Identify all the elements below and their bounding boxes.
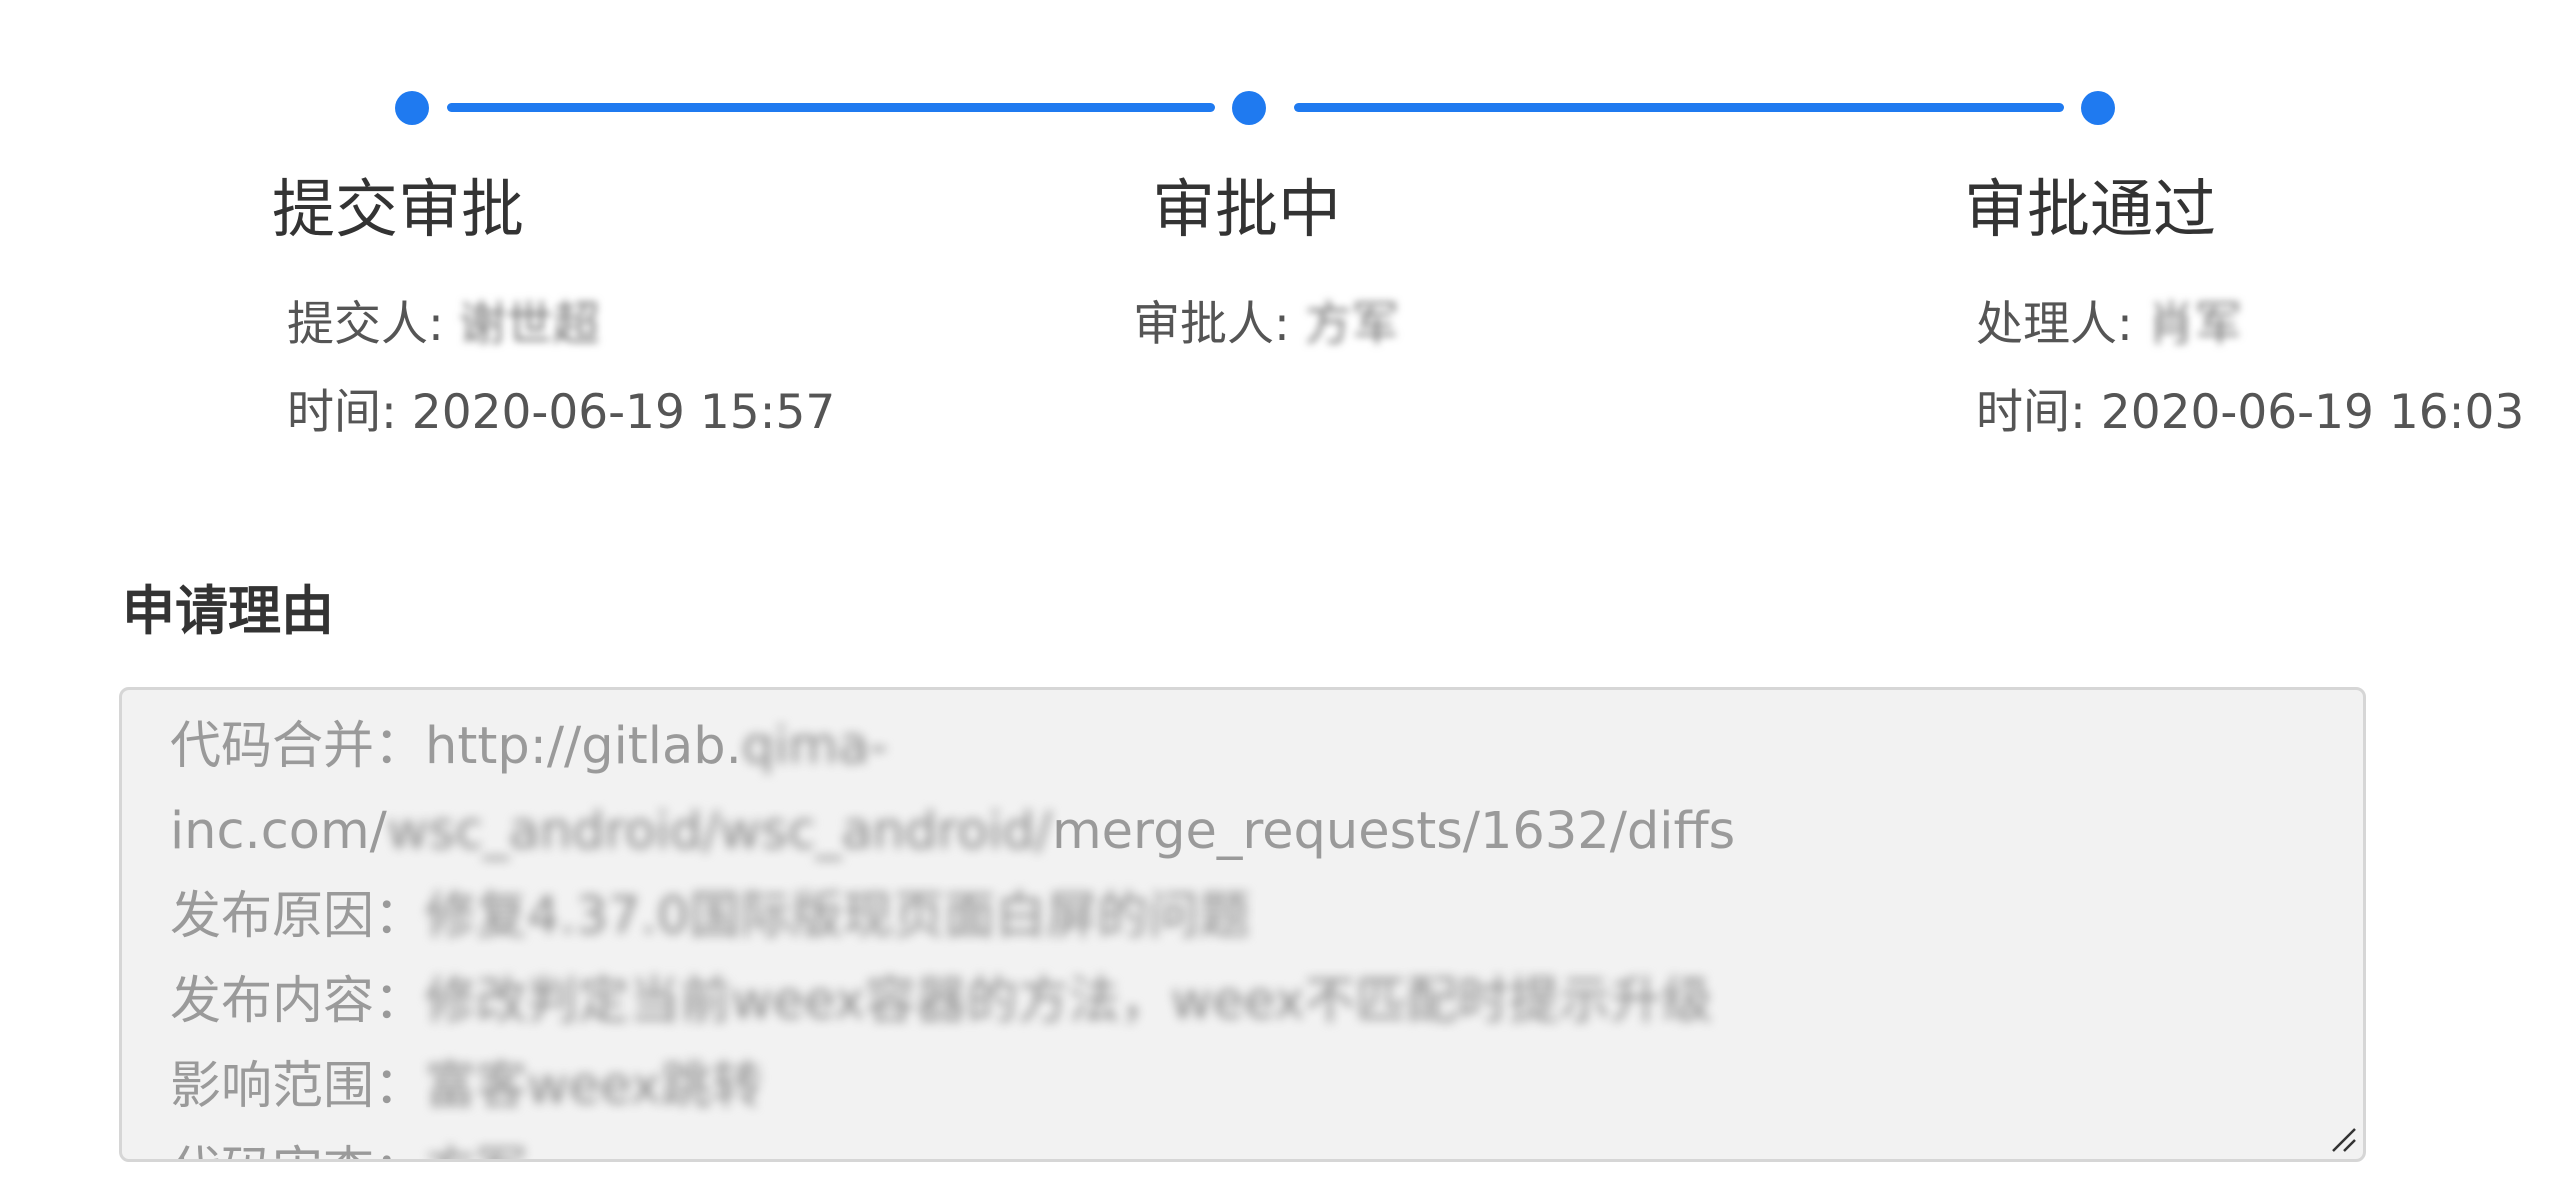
reason-line: 代码审查：方军—— <box>170 1129 2330 1159</box>
handler-name: 肖军 <box>2147 297 2242 352</box>
reason-line-prefix: 发布内容： <box>170 972 426 1031</box>
approval-page: 提交审批 提交人: 谢世超 时间: 2020-06-19 15:57 审批中 审… <box>0 0 2552 1194</box>
approve-time-row: 时间: 2020-06-19 16:03 <box>1976 385 2524 441</box>
step-title-submit: 提交审批 <box>272 173 524 246</box>
reason-line-prefix: inc.com/ <box>170 802 387 861</box>
reason-line-suffix: merge_requests/1632/diffs <box>1051 802 1736 861</box>
reason-line: 发布内容：修改判定当前weex容器的方法，weex不匹配时提示升级 <box>170 959 2330 1044</box>
approve-time-value: 2020-06-19 16:03 <box>2100 385 2525 440</box>
reason-line-masked: 修复4.37.0国际版现页面白屏的问题 <box>425 887 1251 946</box>
reason-line-masked: 富客weex跳转 <box>425 1057 763 1116</box>
step-dot-reviewing <box>1232 91 1266 125</box>
submit-time-label: 时间: <box>287 385 397 440</box>
approval-steps <box>0 0 2552 160</box>
reason-heading: 申请理由 <box>122 581 334 642</box>
reviewer-row: 审批人: 方军 <box>1133 297 1399 353</box>
reason-line-prefix: 代码审查： <box>170 1142 425 1159</box>
reason-line-masked: 修改判定当前weex容器的方法，weex不匹配时提示升级 <box>425 972 1713 1031</box>
handler-row: 处理人: 肖军 <box>1976 297 2242 353</box>
reason-line: 发布原因：修复4.37.0国际版现页面白屏的问题 <box>170 874 2330 959</box>
submitter-label: 提交人: <box>287 297 444 352</box>
handler-label: 处理人: <box>1976 297 2133 352</box>
reason-line-masked: wsc_android/wsc_android/ <box>386 802 1052 861</box>
reason-line: 影响范围：富客weex跳转 <box>170 1044 2330 1129</box>
submitter-name: 谢世超 <box>458 297 600 352</box>
approve-time-label: 时间: <box>1976 385 2086 440</box>
reason-line: 代码合并：http://gitlab.qima- <box>170 704 2330 789</box>
submitter-row: 提交人: 谢世超 <box>287 297 600 353</box>
reviewer-name: 方军 <box>1304 297 1399 352</box>
step-connector-2 <box>1294 103 2064 112</box>
resize-grip-icon[interactable] <box>2329 1125 2357 1153</box>
step-dot-submit <box>395 91 429 125</box>
step-dot-approved <box>2081 91 2115 125</box>
reviewer-label: 审批人: <box>1133 297 1290 352</box>
reason-line-masked: qima- <box>741 717 888 776</box>
reason-textarea[interactable]: 代码合并：http://gitlab.qima-inc.com/wsc_andr… <box>119 687 2366 1162</box>
reason-line-prefix: 发布原因： <box>170 887 426 946</box>
reason-text: 代码合并：http://gitlab.qima-inc.com/wsc_andr… <box>170 704 2330 1159</box>
step-connector-1 <box>447 103 1215 112</box>
step-title-reviewing: 审批中 <box>1152 173 1341 246</box>
submit-time-row: 时间: 2020-06-19 15:57 <box>287 385 835 441</box>
reason-line-prefix: 代码合并：http://gitlab. <box>170 717 742 776</box>
step-title-approved: 审批通过 <box>1964 173 2216 246</box>
reason-line-masked: 方军—— <box>425 1129 629 1159</box>
reason-line-prefix: 影响范围： <box>170 1057 426 1116</box>
submit-time-value: 2020-06-19 15:57 <box>411 385 836 440</box>
reason-line: inc.com/wsc_android/wsc_android/merge_re… <box>170 789 2330 874</box>
